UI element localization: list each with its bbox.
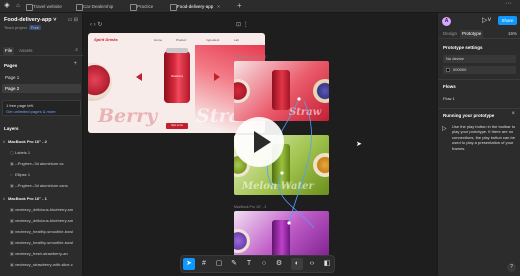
layer-item[interactable]: ▣--Pngtree--3d aluminium cans [10, 181, 88, 190]
actions-icon[interactable]: ⚙ [273, 258, 285, 270]
comment-icon[interactable]: ○ [258, 258, 270, 270]
layers-title: Layers [4, 126, 19, 131]
layer-item[interactable]: ▢Labels 1 [10, 148, 88, 157]
layer-item[interactable]: ○ Ellipse 1 [10, 170, 88, 179]
bottom-toolbar: ➤ # ▢ ✎ T ○ ⚙ ◐ ‹› ◧ [180, 255, 335, 273]
tab-prototype[interactable]: Prototype [460, 30, 484, 38]
page-item-1[interactable]: Page 1 [2, 73, 81, 82]
upgrade-notice: 1 free page left. Get unlimited pages & … [2, 100, 81, 116]
pages-title: Pages [4, 63, 18, 68]
layer-item[interactable]: ▣vecteezy_delicious-blueberry-sm [10, 205, 88, 214]
tab-practice[interactable]: Practice [128, 2, 153, 11]
connection-line [278, 172, 315, 229]
flow-item[interactable]: Flow 1 [443, 96, 455, 101]
close-icon[interactable]: × [511, 111, 515, 117]
dev-mode-icon[interactable]: ◐ [291, 258, 303, 270]
tab-travel-website[interactable]: Travel website [24, 2, 62, 11]
layer-item[interactable]: # MacBook Pro 16" - 1 [3, 194, 81, 203]
code-icon[interactable]: ‹› [306, 258, 318, 270]
layer-item[interactable]: # MacBook Pro 16" - 2 [3, 137, 81, 146]
layer-item[interactable]: ▣vecteezy_healthy-smoothie-bowl [10, 227, 88, 236]
help-icon[interactable]: ? [507, 263, 516, 272]
connection-node [280, 171, 284, 175]
canvas[interactable]: ‹ › ↻ ⊡ ⋮ Spirit Drinks Home Product Ing… [84, 13, 437, 276]
tab-bar: ◈ ⌂ Travel website Car-Dealership Practi… [0, 0, 520, 13]
connection-line [288, 100, 312, 224]
prototype-settings-title: Prototype settings [443, 45, 483, 50]
close-tab-icon[interactable]: × [217, 2, 220, 11]
project-team: Team project Free [4, 25, 42, 30]
tab-assets[interactable]: Assets [17, 47, 35, 55]
connection-node [297, 97, 301, 101]
new-tab-icon[interactable]: + [237, 1, 242, 10]
connection-node [287, 221, 291, 225]
divider [438, 79, 520, 80]
plan-badge: Free [28, 25, 42, 30]
right-panel: A ▷˅ Share Design Prototype 16% Prototyp… [437, 13, 520, 276]
play-icon: ▷ [442, 126, 447, 132]
divider [438, 108, 520, 109]
tab-food-delivery-app[interactable]: Food-delivery-app × [168, 2, 220, 11]
panel-toggle-icons[interactable]: ▭ ⊟ [68, 17, 78, 23]
zoom-level[interactable]: 16% [508, 30, 517, 38]
tab-car-dealership[interactable]: Car-Dealership [74, 2, 113, 11]
background-color-field[interactable]: 000000 [443, 66, 516, 74]
layer-item[interactable]: ▣--Pngtree--3d aluminium ca [10, 159, 88, 168]
device-select[interactable]: No device [443, 55, 516, 63]
share-button[interactable]: Share [498, 16, 517, 25]
layer-item[interactable]: ▣vecteezy_strawberry-with-slice-c [10, 260, 88, 269]
upgrade-link[interactable]: Get unlimited pages & more [6, 109, 77, 114]
running-title: Running your prototype [443, 113, 495, 118]
mouse-cursor-icon: ➤ [356, 141, 362, 148]
file-tabs: File Assets ⌕ [0, 46, 83, 56]
project-name[interactable]: Food-delivery-app ˅ [4, 17, 56, 23]
layer-item[interactable]: ▣vecteezy_delicious-blueberry-sm [10, 216, 88, 225]
pen-icon[interactable]: ✎ [228, 258, 240, 270]
home-icon[interactable]: ⌂ [14, 2, 22, 10]
tab-file[interactable]: File [3, 47, 15, 55]
more-icon[interactable]: ··· [505, 0, 512, 7]
figma-logo-icon[interactable]: ◈ [3, 2, 11, 10]
present-play-icon[interactable]: ▷˅ [482, 16, 491, 24]
tab-design[interactable]: Design [441, 30, 459, 38]
layer-item[interactable]: ▣vecteezy_fresh-strawberry-an [10, 249, 88, 258]
page-item-2[interactable]: Page 2 [2, 84, 81, 93]
color-swatch[interactable] [446, 68, 450, 72]
running-text: Use the play button in the toolbar to pl… [452, 124, 516, 151]
avatar[interactable]: A [442, 17, 451, 26]
shape-icon[interactable]: ▢ [213, 258, 225, 270]
left-panel: Food-delivery-app ˅ Team project Free ▭ ⊟… [0, 13, 83, 276]
toggle-icon[interactable]: ◧ [321, 258, 333, 270]
search-icon[interactable]: ⌕ [75, 47, 78, 53]
notice-text: 1 free page left. [6, 103, 34, 108]
text-icon[interactable]: T [243, 258, 255, 270]
right-tabs: Design Prototype 16% [438, 29, 520, 39]
layer-item[interactable]: ▣vecteezy_healthy-smoothie-bowl [10, 238, 88, 247]
play-overlay-icon[interactable] [234, 117, 284, 167]
add-page-icon[interactable]: + [73, 61, 77, 67]
frame-icon[interactable]: # [198, 258, 210, 270]
move-icon[interactable]: ➤ [183, 258, 195, 270]
flows-title: Flows [443, 84, 456, 89]
